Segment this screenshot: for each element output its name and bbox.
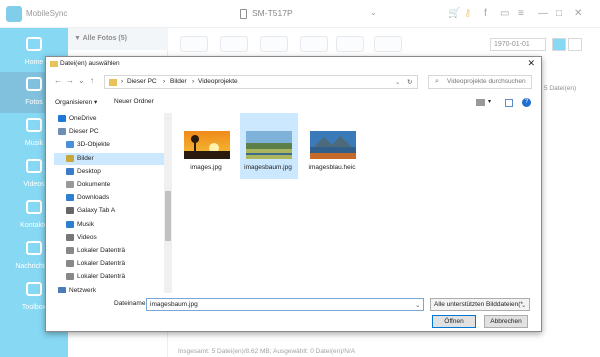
image-thumbnail (310, 131, 356, 159)
tree-item[interactable]: Bilder (54, 152, 168, 165)
tree-item-label: Dokumente (77, 181, 111, 188)
file-list: images.jpg imagesbaum.jpg imagesblau.hei… (174, 113, 534, 293)
folder-icon (50, 61, 58, 67)
file-item-selected[interactable]: imagesbaum.jpg (240, 113, 298, 179)
breadcrumb-item[interactable]: Videoprojekte (198, 78, 238, 85)
folder-icon (66, 247, 74, 254)
scrollbar-thumb[interactable] (165, 191, 171, 241)
tree-item[interactable]: Musik (54, 219, 168, 231)
chevron-down-icon[interactable]: ⌄ (78, 76, 85, 85)
folder-icon (66, 260, 74, 268)
filename-input[interactable]: imagesbaum.jpg ⌄ (146, 298, 424, 311)
file-name: imagesblau.heic (308, 164, 356, 171)
tree-item-label: 3D-Objekte (77, 141, 110, 149)
filename-value: imagesbaum.jpg (150, 301, 198, 308)
breadcrumb-item[interactable]: Dieser PC (127, 78, 157, 85)
folder-icon (66, 273, 74, 281)
file-open-dialog: Datei(en) auswählen ✕ ← → ⌄ ↑ › Dieser P… (45, 56, 542, 332)
tree-item[interactable]: Netzwerk (54, 285, 168, 293)
button-row: Öffnen Abbrechen (46, 315, 541, 329)
tree-item-label: Desktop (77, 167, 101, 175)
folder-icon (66, 167, 74, 175)
new-folder-button[interactable]: Neuer Ordner (114, 98, 154, 105)
dialog-title: Datei(en) auswählen (60, 60, 120, 67)
folder-icon (58, 286, 66, 293)
tree-item-label: Lokaler Datenträ (77, 260, 126, 268)
tree-item-label: Lokaler Datenträ (77, 273, 126, 281)
tree-item[interactable]: Lokaler Datenträ (54, 271, 168, 283)
tree-item-label: Galaxy Tab A (77, 207, 116, 215)
folder-icon (66, 233, 74, 241)
folder-icon (66, 194, 74, 202)
folder-icon (66, 154, 74, 162)
cancel-button[interactable]: Abbrechen (484, 315, 528, 328)
organize-button[interactable]: Organisieren ▾ (55, 98, 97, 106)
search-placeholder: Videoprojekte durchsuchen (447, 78, 526, 85)
tree-item-label: OneDrive (69, 115, 97, 122)
tree-item[interactable]: Galaxy Tab A (54, 205, 168, 217)
search-icon: ⌕ (435, 78, 439, 85)
app-window: MobileSync SM-T517P ⌄ 🛒 ⚷ f ▭ ≡ — □ ✕ Ho… (0, 0, 600, 357)
search-input[interactable]: ⌕ Videoprojekte durchsuchen (428, 75, 532, 89)
folder-icon (66, 207, 74, 215)
chevron-down-icon[interactable]: ▾ (488, 98, 491, 105)
navigation-pane: OneDrive Dieser PC 3D-Objekte Bilder Desktop… (54, 113, 168, 293)
file-name: imagesbaum.jpg (244, 164, 292, 171)
refresh-icon[interactable]: ↻ (407, 78, 412, 86)
tree-item-label: Netzwerk (69, 286, 97, 293)
close-icon[interactable]: ✕ (527, 58, 535, 69)
tree-item[interactable]: 3D-Objekte (54, 139, 168, 151)
image-thumbnail (184, 131, 230, 159)
tree-item[interactable]: OneDrive (54, 113, 168, 125)
tree-item[interactable]: Lokaler Datenträ (54, 258, 168, 270)
filename-label: Dateiname: (114, 300, 148, 307)
folder-icon (66, 181, 74, 188)
help-icon[interactable]: ? (522, 98, 531, 107)
chevron-down-icon: ⌄ (521, 302, 527, 309)
tree-item[interactable]: Lokaler Datenträ (54, 245, 168, 257)
breadcrumb-item[interactable]: Bilder (170, 78, 187, 85)
forward-icon[interactable]: → (66, 76, 74, 85)
image-thumbnail (246, 131, 292, 159)
dialog-title-bar: Datei(en) auswählen ✕ (46, 57, 541, 71)
filetype-select[interactable]: Alle unterstützten Bilddateien(* ⌄ (430, 298, 530, 311)
tree-item-label: Dieser PC (69, 128, 99, 136)
tree-item[interactable]: Dokumente (54, 179, 168, 191)
view-options-icon[interactable] (476, 99, 485, 106)
folder-icon (58, 128, 66, 136)
tree-item[interactable]: Dieser PC (54, 126, 168, 138)
address-bar[interactable]: › Dieser PC › Bilder › Videoprojekte ⌄ ↻ (104, 75, 418, 89)
tree-item-label: Videos (77, 233, 97, 241)
filetype-value: Alle unterstützten Bilddateien(* (434, 301, 523, 308)
file-item[interactable]: imagesblau.heic (304, 113, 364, 179)
tree-item-label: Musik (77, 220, 94, 228)
folder-icon (66, 141, 74, 149)
folder-icon (109, 79, 117, 86)
address-row: ← → ⌄ ↑ › Dieser PC › Bilder › Videoproj… (46, 71, 541, 93)
chevron-down-icon[interactable]: ⌄ (415, 301, 420, 309)
file-name: images.jpg (190, 164, 222, 171)
tree-item[interactable]: Desktop (54, 166, 168, 178)
chevron-down-icon[interactable]: ⌄ (395, 78, 400, 86)
back-icon[interactable]: ← (54, 76, 62, 85)
scrollbar[interactable] (164, 113, 172, 293)
filename-row: Dateiname: imagesbaum.jpg ⌄ Alle unterstü… (46, 297, 541, 313)
breadcrumb-sep: › (192, 78, 195, 85)
preview-pane-icon[interactable] (505, 99, 513, 107)
tree-item-label: Bilder (77, 154, 94, 162)
tree-item[interactable]: Downloads (54, 192, 168, 204)
tree-item-label: Downloads (77, 194, 110, 202)
up-icon[interactable]: ↑ (90, 76, 94, 85)
folder-icon (66, 220, 74, 228)
file-item[interactable]: images.jpg (178, 113, 234, 179)
breadcrumb-sep: › (163, 78, 166, 85)
tree-item[interactable]: Videos (54, 232, 168, 244)
breadcrumb-sep: › (121, 78, 124, 85)
command-bar: Organisieren ▾ Neuer Ordner ▾ ? (46, 95, 541, 111)
open-button[interactable]: Öffnen (432, 315, 476, 328)
tree-item-label: Lokaler Datenträ (77, 247, 126, 254)
folder-icon (58, 115, 66, 122)
